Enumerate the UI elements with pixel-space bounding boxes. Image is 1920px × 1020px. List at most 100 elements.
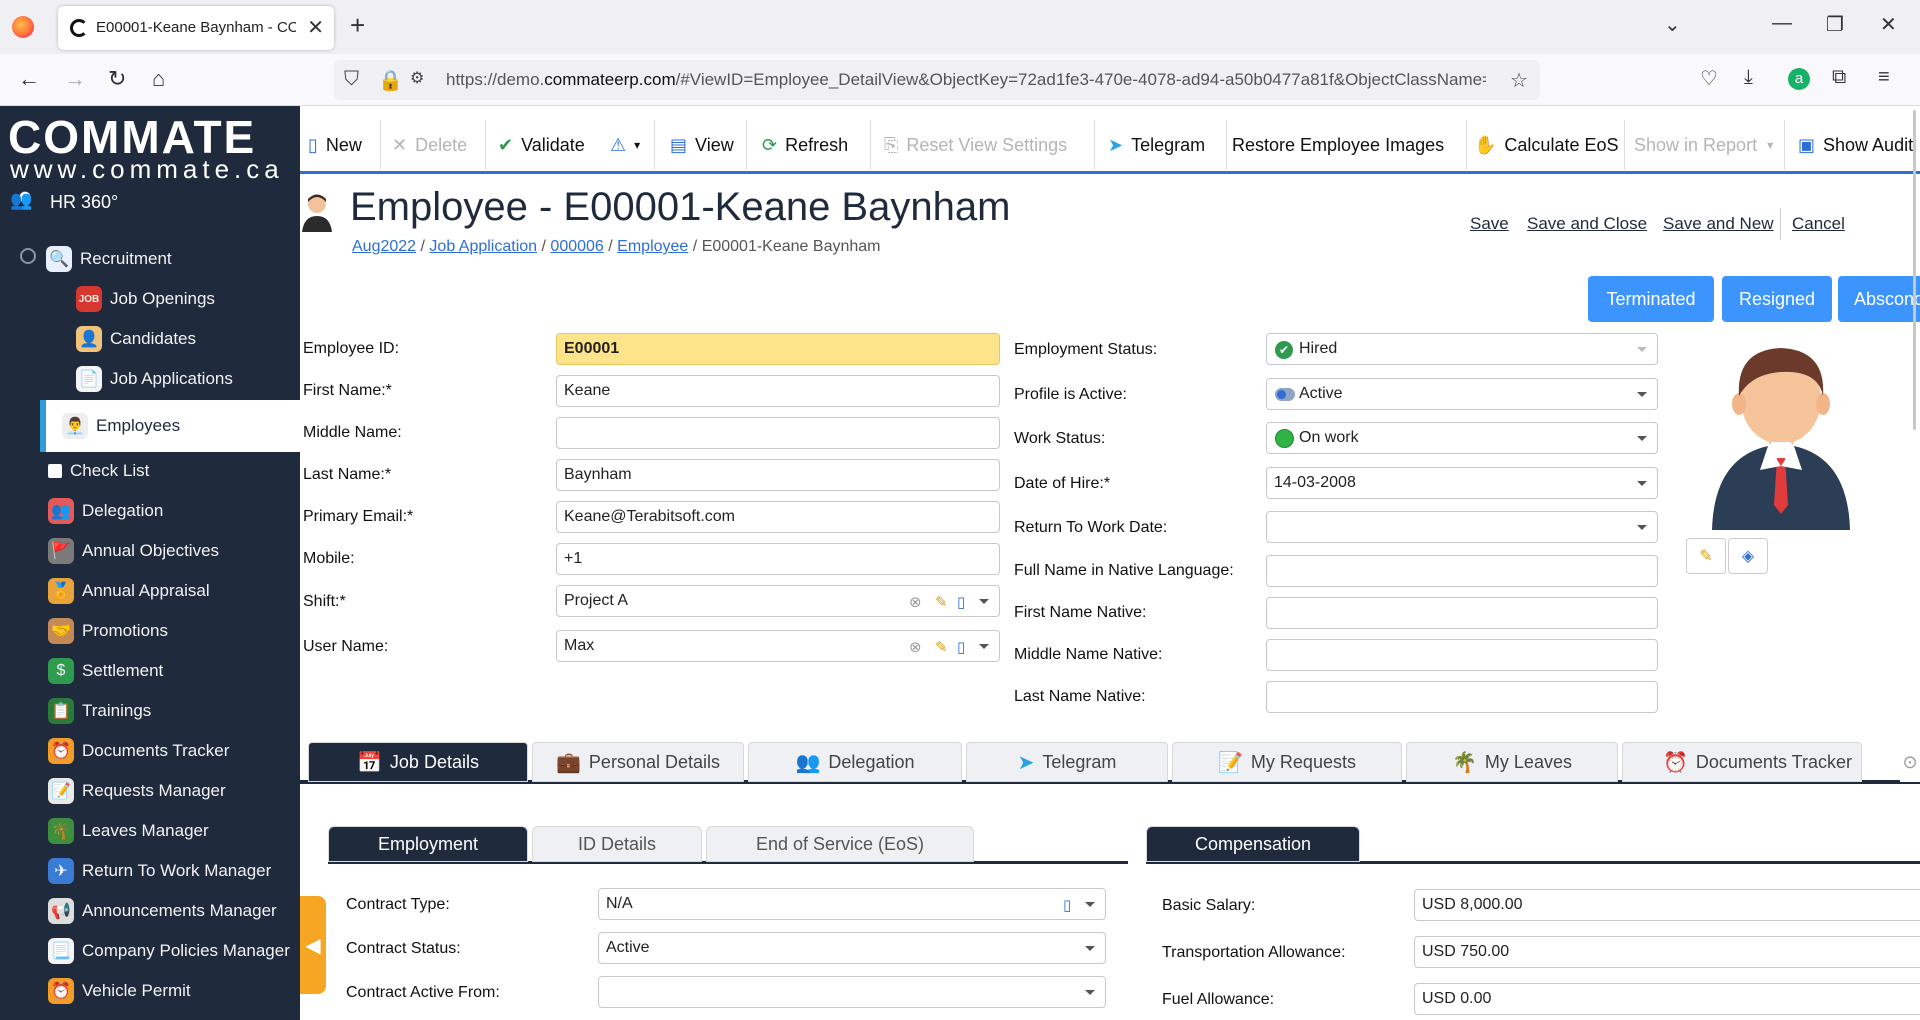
home-icon[interactable]: ⌂: [152, 66, 165, 92]
url-text[interactable]: https://demo.commateerp.com/#ViewID=Empl…: [446, 70, 1486, 90]
sidebar-item-announcements[interactable]: 📢 Announcements Manager: [0, 892, 300, 930]
sidebar-item-promotions[interactable]: 🤝 Promotions: [0, 612, 300, 650]
tab-personal-details[interactable]: 💼 Personal Details: [532, 742, 744, 782]
sidebar-item-requests-manager[interactable]: 📝 Requests Manager: [0, 772, 300, 810]
employment-status-field[interactable]: ✔ Hired: [1266, 333, 1658, 365]
firefox-icon[interactable]: [12, 16, 34, 38]
new-button[interactable]: ▯ New: [308, 128, 362, 162]
subtab-id-details[interactable]: ID Details: [532, 826, 702, 862]
breadcrumb-link-job-application[interactable]: Job Application: [429, 238, 537, 255]
dropdown-caret-icon[interactable]: [1637, 481, 1647, 486]
edit-photo-button[interactable]: ✎: [1686, 538, 1726, 574]
validate-button[interactable]: ✔ Validate: [498, 128, 585, 162]
url-bar[interactable]: ⛉ 🔒 ⚙ https://demo.commateerp.com/#ViewI…: [334, 60, 1540, 100]
delete-button[interactable]: ✕ Delete: [392, 128, 467, 162]
clear-photo-button[interactable]: ◈: [1728, 538, 1768, 574]
subtab-end-of-service[interactable]: End of Service (EoS): [706, 826, 974, 862]
work-status-field[interactable]: On work: [1266, 422, 1658, 454]
permissions-icon[interactable]: ⚙: [410, 68, 424, 88]
extensions-puzzle-icon[interactable]: ⧉: [1832, 66, 1846, 89]
sidebar-item-delegation[interactable]: 👥 Delegation: [0, 492, 300, 530]
new-tab-icon[interactable]: +: [350, 10, 365, 41]
middle-name-field[interactable]: [556, 417, 1000, 449]
page-scrollbar[interactable]: [1913, 110, 1916, 430]
save-and-new-link[interactable]: Save and New: [1663, 214, 1774, 234]
save-and-close-link[interactable]: Save and Close: [1527, 214, 1647, 234]
bookmark-star-icon[interactable]: ☆: [1510, 68, 1528, 93]
save-link[interactable]: Save: [1470, 214, 1509, 234]
menu-icon[interactable]: ≡: [1878, 66, 1890, 89]
resigned-button[interactable]: Resigned: [1722, 276, 1832, 322]
sidebar-item-company-policies[interactable]: 📃 Company Policies Manager: [0, 932, 300, 970]
terminated-button[interactable]: Terminated: [1588, 276, 1714, 322]
show-in-report-button[interactable]: Show in Report ▾: [1634, 128, 1773, 162]
shield-icon[interactable]: ⛉: [344, 68, 359, 91]
minimize-icon[interactable]: —: [1772, 12, 1792, 35]
dropdown-caret-icon[interactable]: [1637, 525, 1647, 530]
sidebar-item-check-list[interactable]: Check List: [0, 452, 300, 490]
edit-pencil-icon[interactable]: ✎: [935, 593, 948, 611]
sidebar-item-return-to-work[interactable]: ✈ Return To Work Manager: [0, 852, 300, 890]
subtab-compensation[interactable]: Compensation: [1146, 826, 1360, 862]
full-name-native-field[interactable]: [1266, 555, 1658, 587]
first-name-native-field[interactable]: [1266, 597, 1658, 629]
reload-icon[interactable]: ↻: [108, 66, 126, 92]
date-of-hire-field[interactable]: 14-03-2008: [1266, 467, 1658, 499]
sidebar-item-annual-objectives[interactable]: 🚩 Annual Objectives: [0, 532, 300, 570]
tab-list-chevron-icon[interactable]: ⌄: [1664, 12, 1681, 37]
breadcrumb-link-aug2022[interactable]: Aug2022: [352, 238, 416, 255]
shift-lookup[interactable]: Project A ⊗ ✎ ▯: [556, 585, 1000, 617]
dropdown-caret-icon[interactable]: [1085, 990, 1095, 995]
employee-id-field[interactable]: E00001: [556, 333, 1000, 365]
dropdown-caret-icon[interactable]: [979, 599, 989, 604]
browser-tab[interactable]: E00001-Keane Baynham - COMMATE ✕: [58, 6, 334, 50]
contract-status-field[interactable]: Active: [598, 932, 1106, 964]
telegram-button[interactable]: ➤ Telegram: [1108, 128, 1205, 162]
middle-name-native-field[interactable]: [1266, 639, 1658, 671]
primary-email-field[interactable]: Keane@Terabitsoft.com: [556, 501, 1000, 533]
mobile-field[interactable]: +1: [556, 543, 1000, 575]
sidebar-item-trainings[interactable]: 📋 Trainings: [0, 692, 300, 730]
transportation-allowance-field[interactable]: USD 750.00: [1414, 936, 1920, 968]
contract-type-field[interactable]: N/A ▯: [598, 888, 1106, 920]
tab-my-leaves[interactable]: 🌴 My Leaves: [1406, 742, 1618, 782]
open-detail-icon[interactable]: ▯: [957, 593, 965, 611]
tab-job-details[interactable]: 📅 Job Details: [308, 742, 528, 782]
reset-view-settings-button[interactable]: ⎘ Reset View Settings: [884, 128, 1067, 162]
calculate-eos-button[interactable]: ✋ Calculate EoS: [1474, 128, 1619, 162]
downloads-icon[interactable]: ⤓: [1744, 66, 1753, 89]
return-to-work-field[interactable]: [1266, 511, 1658, 543]
absconded-button[interactable]: Absconded: [1838, 276, 1920, 322]
sidebar-item-job-applications[interactable]: 📄 Job Applications: [0, 360, 300, 398]
close-tab-icon[interactable]: ✕: [307, 15, 324, 40]
back-icon[interactable]: ←: [18, 66, 40, 92]
subtab-employment[interactable]: Employment: [328, 826, 528, 862]
sidebar-item-candidates[interactable]: 👤 Candidates: [0, 320, 300, 358]
dropdown-caret-icon[interactable]: [1637, 392, 1647, 397]
hr360-module[interactable]: 👥 HR 360°: [10, 190, 118, 214]
clear-icon[interactable]: ⊗: [909, 593, 922, 611]
last-name-field[interactable]: Baynham: [556, 459, 1000, 491]
side-panel-toggle[interactable]: ◀: [300, 896, 326, 994]
sidebar-item-documents-tracker[interactable]: ⏰ Documents Tracker: [0, 732, 300, 770]
restore-employee-images-button[interactable]: Restore Employee Images: [1232, 128, 1444, 162]
extension-icon[interactable]: a: [1788, 68, 1810, 90]
show-audit-button[interactable]: ▣ Show Audit: [1798, 128, 1913, 162]
breadcrumb-link-employee[interactable]: Employee: [617, 238, 688, 255]
contract-active-from-field[interactable]: [598, 976, 1106, 1008]
basic-salary-field[interactable]: USD 8,000.00: [1414, 889, 1920, 921]
refresh-button[interactable]: ⟳ Refresh: [762, 128, 848, 162]
lock-icon[interactable]: 🔒: [378, 68, 403, 93]
tab-documents-tracker[interactable]: ⏰ Documents Tracker: [1622, 742, 1862, 782]
user-name-lookup[interactable]: Max ⊗ ✎ ▯: [556, 630, 1000, 662]
dropdown-caret-icon[interactable]: [1085, 902, 1095, 907]
dropdown-caret-icon[interactable]: [1085, 946, 1095, 951]
sidebar-item-settlement[interactable]: $ Settlement: [0, 652, 300, 690]
tab-delegation[interactable]: 👥 Delegation: [748, 742, 962, 782]
cancel-link[interactable]: Cancel: [1792, 214, 1845, 234]
pocket-icon[interactable]: ♡: [1700, 66, 1718, 91]
tab-telegram[interactable]: ➤ Telegram: [966, 742, 1168, 782]
dropdown-caret-icon[interactable]: [979, 644, 989, 649]
sidebar-item-recruitment[interactable]: 🔍 Recruitment: [0, 240, 300, 278]
edit-pencil-icon[interactable]: ✎: [935, 638, 948, 656]
